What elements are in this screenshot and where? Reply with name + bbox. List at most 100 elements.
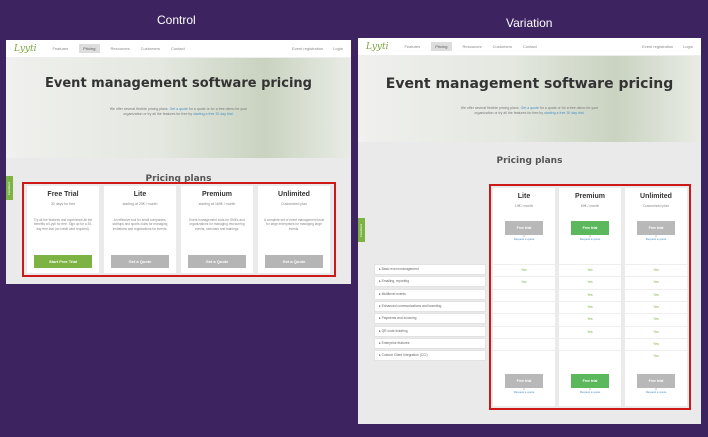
plan-price: Customized plan xyxy=(642,204,670,208)
feature-cell: Yes xyxy=(625,288,687,300)
feature-row[interactable]: ▸ Multilevel events xyxy=(374,288,486,300)
hero-intro: We offer several flexible pricing plans.… xyxy=(460,106,599,115)
yes-label: Yes xyxy=(587,280,593,285)
plan-price: starting at 29€ / month xyxy=(122,202,158,206)
feature-cell xyxy=(559,337,621,349)
feature-row[interactable]: ▸ Enterprise features xyxy=(374,337,486,349)
free-trial-button-bottom[interactable]: Free trial xyxy=(637,374,675,388)
feature-row[interactable]: ▸ Custom Client Integration (CCI) xyxy=(374,350,486,362)
yes-label: Yes xyxy=(587,317,593,322)
nav-pricing[interactable]: Pricing xyxy=(431,42,452,51)
yes-label: Yes xyxy=(653,341,659,346)
nav-resources[interactable]: Resources xyxy=(463,44,482,49)
feature-cell xyxy=(493,337,555,349)
feature-cell: Yes xyxy=(625,264,687,275)
page-title: Event management software pricing xyxy=(45,76,312,91)
yes-label: Yes xyxy=(653,354,659,359)
nav-features[interactable]: Features xyxy=(404,44,420,49)
feature-label: Payments and invoicing xyxy=(381,316,417,321)
request-quote-link-bottom[interactable]: Request a quote xyxy=(493,390,555,395)
yes-label: Yes xyxy=(587,329,593,334)
feature-row[interactable]: ▸ QR code ticketing xyxy=(374,325,486,337)
feature-label: QR code ticketing xyxy=(381,328,408,333)
yes-label: Yes xyxy=(587,304,593,309)
feature-cell: Yes xyxy=(625,300,687,312)
nav-pricing[interactable]: Pricing xyxy=(79,44,100,53)
free-trial-button[interactable]: Free trial xyxy=(571,221,609,235)
plan-description: A complete set of event management tools… xyxy=(263,218,325,231)
yes-label: Yes xyxy=(653,292,659,297)
plan-cta-button[interactable]: Start Free Trial xyxy=(34,255,92,268)
plan-name: Unlimited xyxy=(640,193,672,200)
plan-card: Unlimited Customized plan A complete set o… xyxy=(258,186,330,273)
feature-row[interactable]: ▸ Basic event management xyxy=(374,264,486,275)
feature-cell: Yes xyxy=(625,337,687,349)
free-trial-link[interactable]: starting a free 30 day trial. xyxy=(544,111,584,115)
plan-price: Customized plan xyxy=(280,202,308,206)
nav-contact[interactable]: Contact xyxy=(523,44,537,49)
plan-card: Lite starting at 29€ / month An effective … xyxy=(104,186,176,273)
nav-event-registration[interactable]: Event registration xyxy=(292,46,323,51)
expand-arrow-icon: ▸ xyxy=(379,328,381,333)
nav-login[interactable]: Login xyxy=(333,46,343,51)
page-title: Event management software pricing xyxy=(385,76,674,92)
free-trial-link[interactable]: starting a free 30 day trial. xyxy=(193,112,233,116)
plan-price: 19€ / month xyxy=(514,204,534,208)
nav-event-registration[interactable]: Event registration xyxy=(642,44,673,49)
feature-cell xyxy=(493,313,555,325)
variation-label: Variation xyxy=(506,16,553,30)
feature-cell: Yes xyxy=(625,276,687,288)
feature-cell: Yes xyxy=(559,264,621,275)
free-trial-button[interactable]: Free trial xyxy=(637,221,675,235)
yes-label: Yes xyxy=(653,317,659,322)
lyyti-logo[interactable]: Lyyti xyxy=(366,42,388,52)
feature-cell xyxy=(493,350,555,362)
plan-cta-button[interactable]: Get a Quote xyxy=(265,255,323,268)
feedback-tab[interactable]: Feedback xyxy=(6,176,13,200)
yes-label: Yes xyxy=(653,329,659,334)
feature-row[interactable]: ▸ Payments and invoicing xyxy=(374,313,486,325)
request-quote-link[interactable]: Request a quote xyxy=(493,237,555,242)
nav-customers[interactable]: Customers xyxy=(493,44,512,49)
feature-label: Enhanced communications and branding xyxy=(381,303,442,308)
feature-cell: Yes xyxy=(559,300,621,312)
hero-intro: We offer several flexible pricing plans.… xyxy=(109,107,248,116)
request-quote-link-bottom[interactable]: Request a quote xyxy=(625,390,687,395)
feature-row[interactable]: ▸ Enhanced communications and branding xyxy=(374,300,486,312)
feature-cell xyxy=(493,288,555,300)
free-trial-button[interactable]: Free trial xyxy=(505,221,543,235)
request-quote-link-bottom[interactable]: Request a quote xyxy=(559,390,621,395)
nav-features[interactable]: Features xyxy=(52,46,68,51)
plan-description: An effective tool for small companies, s… xyxy=(112,218,168,231)
plan-price: 30 days for free xyxy=(50,202,76,206)
feature-label: Custom Client Integration (CCI) xyxy=(381,353,428,358)
feature-cell xyxy=(493,300,555,312)
plan-card: Premium starting at 169€ / month Event man… xyxy=(181,186,253,273)
variation-nav: Lyyti Features Pricing Resources Custome… xyxy=(358,38,701,56)
get-quote-link[interactable]: Get a quote xyxy=(521,106,539,110)
plan-cta-button[interactable]: Get a Quote xyxy=(111,255,169,268)
feedback-tab[interactable]: Feedback xyxy=(358,218,365,242)
lyyti-logo[interactable]: Lyyti xyxy=(14,44,36,54)
get-quote-link[interactable]: Get a quote xyxy=(170,107,188,111)
feature-cell: Yes xyxy=(625,313,687,325)
request-quote-link[interactable]: Request a quote xyxy=(625,237,687,242)
pricing-plans-title: Pricing plans xyxy=(496,156,563,166)
plan-price: starting at 169€ / month xyxy=(198,202,236,206)
request-quote-link[interactable]: Request a quote xyxy=(559,237,621,242)
plan-price: 69€ / month xyxy=(580,204,600,208)
nav-resources[interactable]: Resources xyxy=(111,46,130,51)
nav-customers[interactable]: Customers xyxy=(141,46,160,51)
nav-login[interactable]: Login xyxy=(683,44,693,49)
expand-arrow-icon: ▸ xyxy=(379,267,381,271)
free-trial-button-bottom[interactable]: Free trial xyxy=(505,374,543,388)
variation-hero: Event management software pricing We off… xyxy=(358,56,701,142)
free-trial-button-bottom[interactable]: Free trial xyxy=(571,374,609,388)
plan-description: Event management tools for SMEs and orga… xyxy=(189,218,245,231)
yes-label: Yes xyxy=(587,292,593,297)
expand-arrow-icon: ▸ xyxy=(379,316,381,321)
plan-cta-button[interactable]: Get a Quote xyxy=(188,255,246,268)
feature-row[interactable]: ▸ Emailing, reporting xyxy=(374,276,486,288)
nav-contact[interactable]: Contact xyxy=(171,46,185,51)
feature-cell: Yes xyxy=(493,276,555,288)
